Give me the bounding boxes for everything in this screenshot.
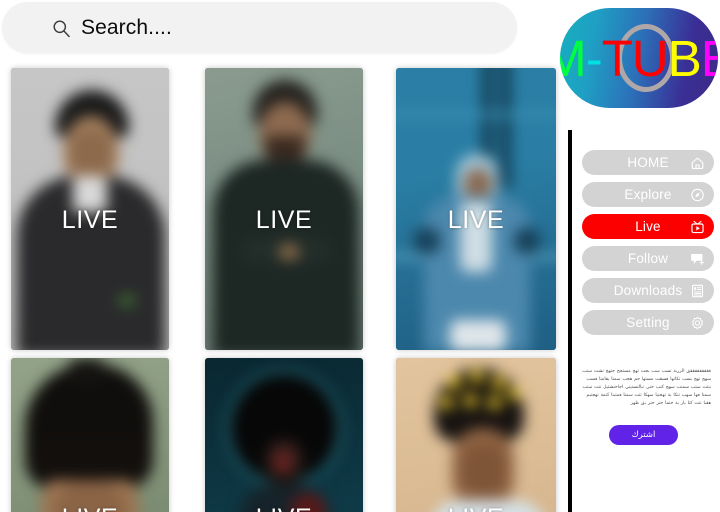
live-badge: LIVE <box>61 206 119 234</box>
sidebar-nav: HOME Explore Live Follow Downloads Setti… <box>582 150 714 342</box>
card-thumbnail <box>396 358 556 512</box>
sidebar-item-downloads[interactable]: Downloads <box>582 278 714 303</box>
sidebar-description-text: قققققققققق الزرية تسب سب بجت تهج مستجح ج… <box>582 369 711 406</box>
live-card[interactable]: LIVE <box>205 68 363 350</box>
live-badge: LIVE <box>255 206 313 234</box>
sidebar-item-follow[interactable]: Follow <box>582 246 714 271</box>
sidebar-item-home[interactable]: HOME <box>582 150 714 175</box>
sidebar-item-label: Explore <box>624 187 672 202</box>
logo-letter-4: B <box>667 29 702 87</box>
follow-add-icon <box>690 251 705 266</box>
live-card[interactable]: LIVE <box>11 68 169 350</box>
app-root: Search.... M-TUBE LIVE LIVE LIVE HOME Ex… <box>0 0 720 512</box>
live-badge: LIVE <box>205 504 363 512</box>
live-badge: LIVE <box>447 206 505 234</box>
search-bar[interactable]: Search.... <box>2 2 517 53</box>
sidebar-item-label: Downloads <box>613 283 683 298</box>
compass-icon <box>690 187 705 202</box>
card-thumbnail <box>11 358 169 512</box>
sidebar-item-label: Follow <box>627 251 669 266</box>
live-card[interactable]: LIVE <box>205 358 363 512</box>
sidebar-item-label: Live <box>635 219 661 234</box>
sidebar-item-label: HOME <box>627 155 669 170</box>
sidebar-item-explore[interactable]: Explore <box>582 182 714 207</box>
live-badge: LIVE <box>11 504 169 512</box>
sidebar-item-label: Setting <box>626 315 670 330</box>
gear-icon <box>690 315 705 330</box>
sidebar-item-live[interactable]: Live <box>582 214 714 239</box>
sidebar-item-setting[interactable]: Setting <box>582 310 714 335</box>
logo-letter-3: U <box>631 29 669 87</box>
search-input[interactable]: Search.... <box>81 16 172 40</box>
logo-text: M-TUBE <box>560 8 718 108</box>
logo-letter-2: T <box>601 29 633 87</box>
subscribe-button[interactable]: اشترك <box>609 425 678 445</box>
card-thumbnail <box>205 358 363 512</box>
logo-letter-1: - <box>585 29 603 87</box>
home-icon <box>690 155 705 170</box>
document-icon <box>690 283 705 298</box>
live-video-grid: LIVE LIVE LIVE <box>0 60 568 512</box>
logo-letter-5: E <box>700 29 718 87</box>
app-logo[interactable]: M-TUBE <box>560 8 718 108</box>
vertical-divider <box>568 130 572 512</box>
live-card[interactable]: LIVE <box>396 358 556 512</box>
live-card[interactable]: LIVE <box>11 358 169 512</box>
live-card[interactable]: LIVE <box>396 68 556 350</box>
search-icon <box>52 19 71 38</box>
live-badge: LIVE <box>396 504 556 512</box>
live-tv-icon <box>690 219 705 234</box>
